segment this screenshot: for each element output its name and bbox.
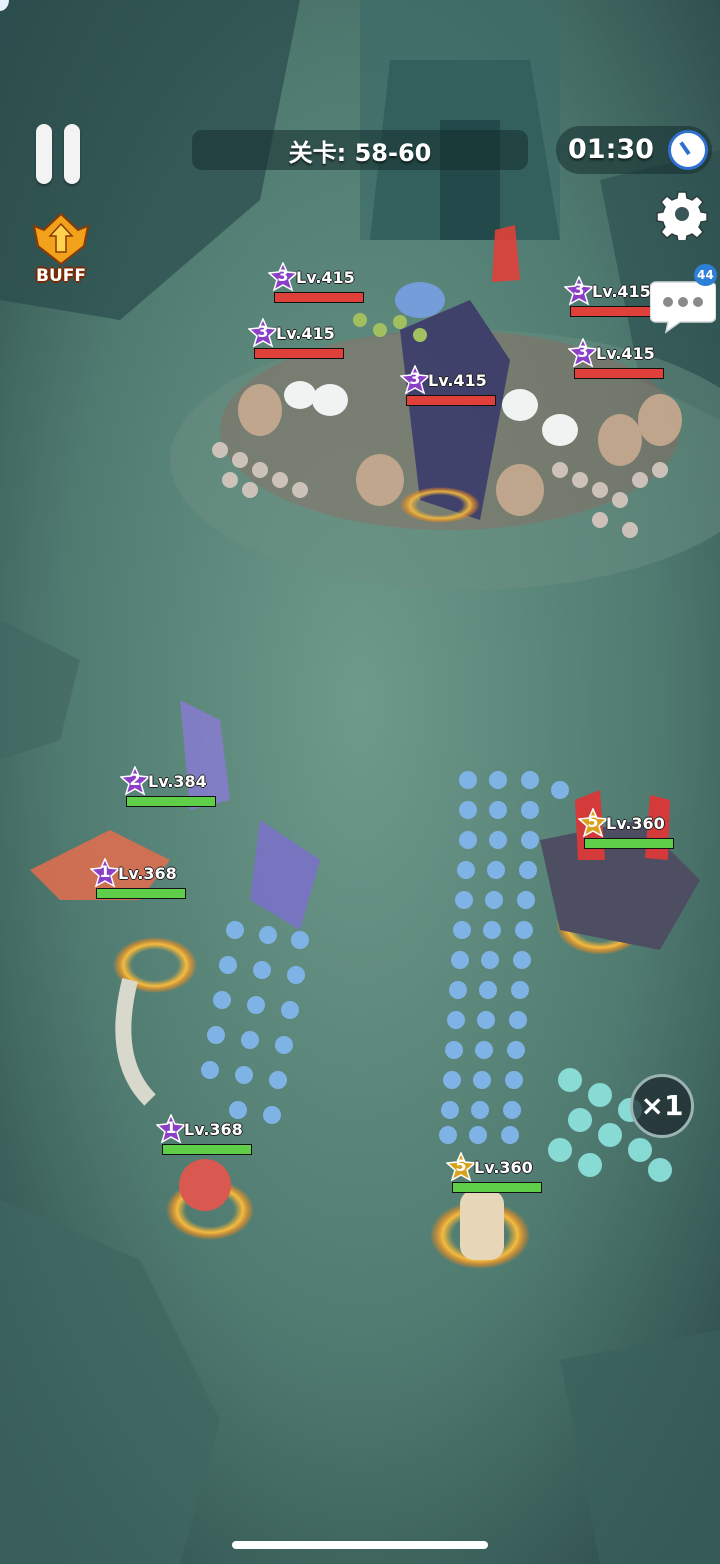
enemy-health-fill [255, 349, 343, 358]
enemy-health-bar [254, 348, 344, 359]
enemy-health-fill [275, 293, 363, 302]
ally-health-bar [584, 838, 674, 849]
star-count: 3 [257, 322, 269, 341]
unit-level: Lv.360 [474, 1158, 533, 1177]
star-count: 5 [587, 812, 599, 831]
unit-level: Lv.415 [596, 344, 655, 363]
buff-icon [32, 212, 90, 266]
ally-health-fill [585, 839, 673, 848]
star-count: 2 [129, 770, 141, 789]
ally-health-fill [163, 1145, 251, 1154]
buff-label: BUFF [36, 266, 86, 286]
timer-text: 01:30 [568, 134, 654, 165]
star-count: 5 [455, 1156, 467, 1175]
battle-timer: 01:30 [556, 126, 712, 174]
pause-button[interactable] [32, 124, 84, 184]
pause-icon-bar [64, 124, 80, 184]
enemy-health-bar [274, 292, 364, 303]
ally-health-bar [452, 1182, 542, 1193]
ally-health-bar [162, 1144, 252, 1155]
star-count: 1 [99, 862, 111, 881]
ally-health-fill [97, 889, 185, 898]
clock-icon [668, 130, 708, 170]
enemy-health-fill [575, 369, 663, 378]
buff-button[interactable]: BUFF [28, 212, 94, 292]
enemy-health-fill [571, 307, 659, 316]
enemy-health-bar [570, 306, 660, 317]
ally-health-fill [453, 1183, 541, 1192]
unit-level: Lv.368 [118, 864, 177, 883]
enemy-health-fill [407, 396, 495, 405]
home-indicator[interactable] [232, 1541, 488, 1549]
settings-button[interactable] [656, 188, 708, 243]
unit-level: Lv.415 [428, 371, 487, 390]
unit-level: Lv.384 [148, 772, 207, 791]
stage-label: 关卡: 58-60 [288, 138, 432, 167]
ally-health-bar [96, 888, 186, 899]
ally-health-bar [126, 796, 216, 807]
speed-toggle-button[interactable]: ×1 [630, 1074, 694, 1138]
speed-multiplier-label: ×1 [640, 1089, 684, 1122]
unit-level: Lv.415 [592, 282, 651, 301]
chat-unread-badge: 44 [694, 264, 717, 286]
star-count: 3 [409, 369, 421, 388]
battlefield-scene [0, 0, 720, 1564]
pause-icon [36, 124, 52, 184]
enemy-health-bar [406, 395, 496, 406]
enemy-health-bar [574, 368, 664, 379]
star-count: 3 [573, 280, 585, 299]
unit-level: Lv.415 [276, 324, 335, 343]
stage-indicator: 关卡: 58-60 [192, 130, 528, 170]
star-count: 1 [165, 1118, 177, 1137]
star-count: 3 [277, 266, 289, 285]
unit-level: Lv.360 [606, 814, 665, 833]
gear-icon [656, 191, 708, 243]
ally-health-fill [127, 797, 215, 806]
unit-level: Lv.368 [184, 1120, 243, 1139]
star-count: 3 [577, 342, 589, 361]
chat-button[interactable]: 44 [649, 264, 717, 334]
unit-level: Lv.415 [296, 268, 355, 287]
